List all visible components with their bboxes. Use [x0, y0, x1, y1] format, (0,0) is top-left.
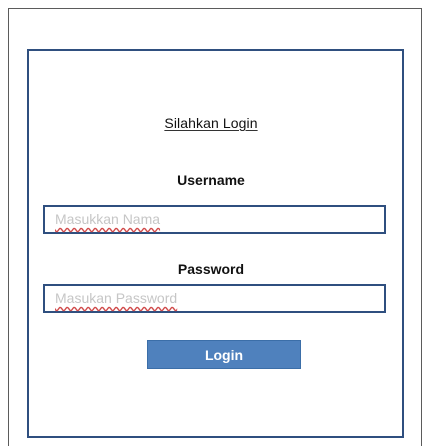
username-placeholder: Masukkan Nama	[55, 211, 161, 227]
page: Silahkan Login Username Masukkan Nama Pa…	[0, 0, 422, 446]
outer-frame-left-border	[8, 8, 9, 446]
password-placeholder: Masukan Password	[55, 290, 178, 306]
login-title-text: Silahkan Login	[164, 115, 258, 131]
username-label: Username	[177, 172, 245, 188]
login-panel	[27, 49, 404, 438]
login-title: Silahkan Login	[0, 115, 422, 131]
password-label: Password	[177, 261, 245, 277]
outer-frame-top-border	[8, 8, 422, 9]
password-input[interactable]: Masukan Password	[43, 284, 386, 313]
username-input[interactable]: Masukkan Nama	[43, 205, 386, 234]
login-button[interactable]: Login	[147, 340, 301, 369]
